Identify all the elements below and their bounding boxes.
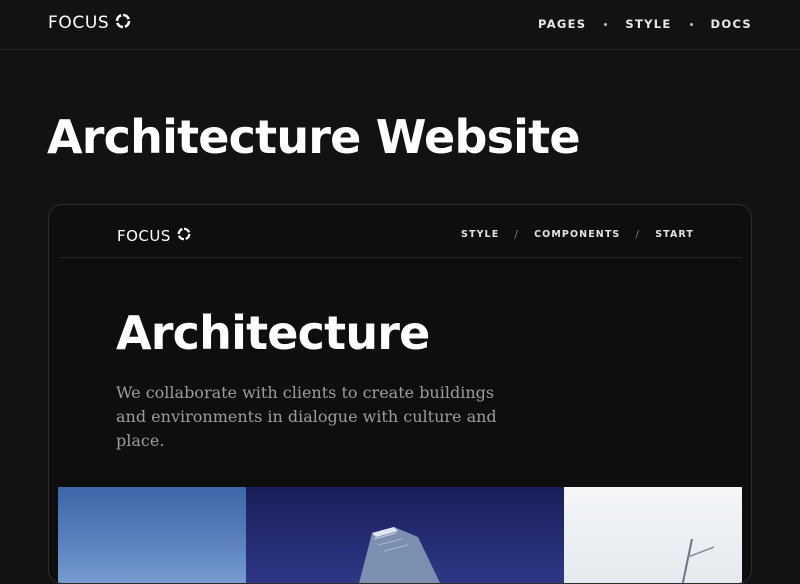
nav-link-docs[interactable]: DOCS xyxy=(711,17,752,31)
preview-brand-name[interactable]: FOCUS xyxy=(117,227,171,245)
top-navbar: FOCUS PAGES STYLE DOCS xyxy=(0,0,800,50)
preview-hero-text: We collaborate with clients to create bu… xyxy=(116,383,497,450)
brand-logo[interactable]: FOCUS xyxy=(48,13,131,33)
ring-icon xyxy=(115,13,131,33)
preview-navbar: FOCUS STYLE / COMPONENTS / START xyxy=(59,205,742,258)
nav-separator-dot xyxy=(689,22,693,26)
building-photo-panel xyxy=(246,487,564,583)
preview-nav: STYLE / COMPONENTS / START xyxy=(461,228,694,241)
nav-link-pages[interactable]: PAGES xyxy=(538,17,586,31)
preview-brand-logo[interactable]: FOCUS xyxy=(117,226,191,245)
sky-photo-panel xyxy=(58,487,246,583)
nav-separator-slash: / xyxy=(514,228,520,241)
brand-name[interactable]: FOCUS xyxy=(48,13,109,33)
main-nav: PAGES STYLE DOCS xyxy=(538,17,752,31)
preview-nav-link-components[interactable]: COMPONENTS xyxy=(534,229,620,240)
ring-icon xyxy=(177,226,191,245)
structure-silhouette-graphic xyxy=(681,538,715,583)
nav-separator-slash: / xyxy=(635,228,641,241)
page-title: Architecture Website xyxy=(47,110,581,164)
preview-hero-title: Architecture xyxy=(116,306,430,360)
building-roof-graphic xyxy=(359,527,441,583)
nav-separator-dot xyxy=(604,22,608,26)
bright-sky-photo-panel xyxy=(564,487,742,583)
template-preview-card[interactable]: FOCUS STYLE / COMPONENTS / START Archite… xyxy=(48,204,752,584)
preview-nav-link-style[interactable]: STYLE xyxy=(461,229,499,240)
nav-link-style[interactable]: STYLE xyxy=(625,17,671,31)
architecture-hero-image xyxy=(58,487,742,583)
preview-nav-link-start[interactable]: START xyxy=(655,229,694,240)
